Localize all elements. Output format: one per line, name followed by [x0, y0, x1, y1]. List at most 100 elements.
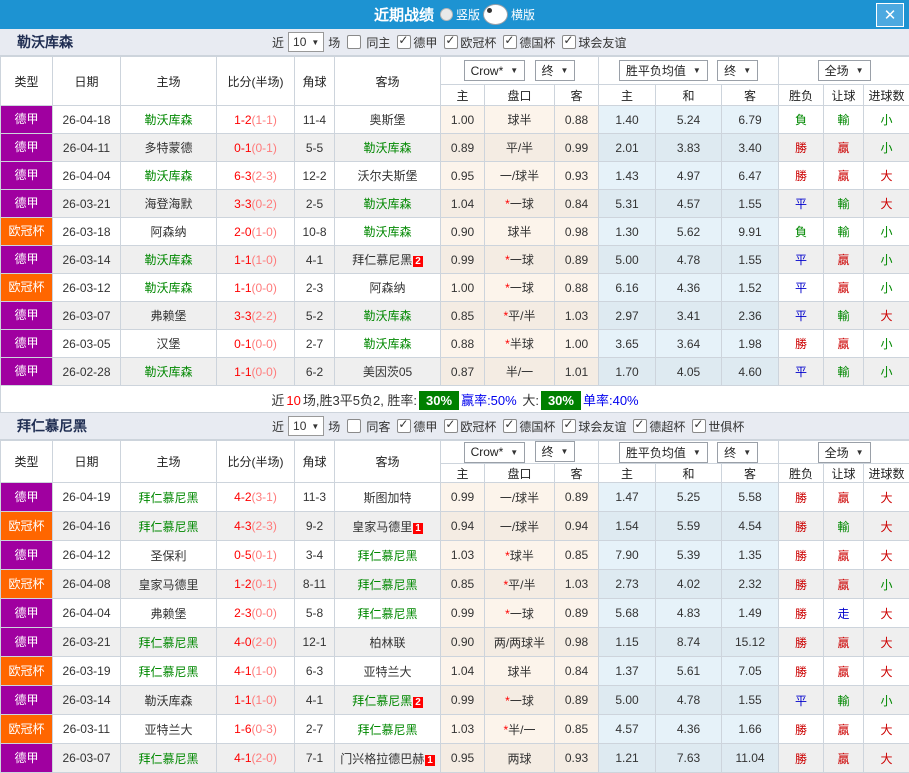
- odds-source-select[interactable]: Crow*▼: [464, 60, 526, 81]
- close-icon[interactable]: ✕: [876, 3, 904, 27]
- mean-draw: 5.39: [656, 541, 722, 570]
- league-checkbox[interactable]: [397, 35, 411, 49]
- league-checkbox[interactable]: [503, 419, 517, 433]
- league-cell: 德甲: [1, 302, 53, 330]
- half-score: (0-1): [252, 548, 277, 562]
- home-team-name: 拜仁慕尼黑: [138, 636, 198, 650]
- league-checkbox-label[interactable]: 德甲: [413, 418, 437, 435]
- mean-away: 7.05: [722, 657, 779, 686]
- league-checkbox[interactable]: [503, 35, 517, 49]
- corner-score: 12-1: [295, 628, 335, 657]
- league-checkbox[interactable]: [444, 419, 458, 433]
- same-venue-checkbox[interactable]: [347, 35, 361, 49]
- league-checkbox-label[interactable]: 德国杯: [519, 418, 555, 435]
- result-outcome: 平: [779, 274, 824, 302]
- corner-score: 8-11: [295, 570, 335, 599]
- mean-final-select[interactable]: 终▼: [717, 60, 758, 81]
- mean-select[interactable]: 胜平负均值▼: [619, 442, 708, 463]
- odds-final-select[interactable]: 终▼: [535, 441, 576, 462]
- full-score: 4-2: [234, 490, 251, 504]
- league-checkbox-label[interactable]: 德超杯: [649, 418, 685, 435]
- result-handicap: 輸: [824, 190, 864, 218]
- league-checkbox-label[interactable]: 欧冠杯: [460, 418, 496, 435]
- home-team: 勒沃库森: [121, 106, 217, 134]
- chevron-down-icon: ▼: [743, 448, 751, 457]
- league-cell: 德甲: [1, 190, 53, 218]
- league-checkbox[interactable]: [562, 419, 576, 433]
- mean-select[interactable]: 胜平负均值▼: [619, 60, 708, 81]
- scope-select[interactable]: 全场▼: [818, 442, 871, 463]
- home-team-name: 亚特兰大: [144, 723, 192, 737]
- subcol-mean-draw: 和: [656, 464, 722, 483]
- league-checkbox[interactable]: [633, 419, 647, 433]
- league-checkbox[interactable]: [692, 419, 706, 433]
- same-venue-label[interactable]: 同客: [366, 418, 390, 435]
- odds-source-select[interactable]: Crow*▼: [464, 442, 526, 463]
- league-checkbox-label[interactable]: 球会友谊: [578, 34, 626, 51]
- match-date: 26-04-19: [53, 483, 121, 512]
- near-count-select[interactable]: 10▼: [288, 416, 324, 436]
- match-date: 26-03-19: [53, 657, 121, 686]
- match-row: 欧冠杯26-03-12勒沃库森1-1(0-0)2-3阿森纳1.00*一球0.88…: [1, 274, 909, 302]
- league-checkbox[interactable]: [562, 35, 576, 49]
- mean-away: 1.66: [722, 715, 779, 744]
- league-badge: 欧冠杯: [1, 274, 52, 301]
- handicap: 一/球半: [485, 512, 555, 541]
- same-venue-checkbox[interactable]: [347, 419, 361, 433]
- portrait-radio-label[interactable]: 竖版: [456, 6, 480, 23]
- mean-away: 3.40: [722, 134, 779, 162]
- away-team-name: 门兴格拉德巴赫: [340, 752, 424, 766]
- result-outcome: 勝: [779, 715, 824, 744]
- result-outcome: 勝: [779, 599, 824, 628]
- mean-home: 2.01: [599, 134, 656, 162]
- scope-select[interactable]: 全场▼: [818, 60, 871, 81]
- league-checkbox-label[interactable]: 球会友谊: [578, 418, 626, 435]
- odds-final-select[interactable]: 终▼: [535, 60, 576, 81]
- mean-away: 1.55: [722, 246, 779, 274]
- result-goals: 大: [864, 483, 909, 512]
- bayern-matches-table: 类型 日期 主场 比分(半场) 角球 客场 Crow*▼ 终▼ 胜平负均值▼ 终…: [0, 440, 909, 773]
- match-row: 德甲26-03-14勒沃库森1-1(1-0)4-1拜仁慕尼黑20.99*一球0.…: [1, 686, 909, 715]
- result-goals: 小: [864, 570, 909, 599]
- chevron-down-icon: ▼: [561, 447, 569, 456]
- landscape-radio[interactable]: [483, 4, 508, 25]
- match-date: 26-04-04: [53, 162, 121, 190]
- league-checkbox[interactable]: [444, 35, 458, 49]
- odds-away: 0.89: [555, 246, 599, 274]
- landscape-radio-label[interactable]: 横版: [511, 6, 535, 23]
- handicap: 一/球半: [485, 483, 555, 512]
- score-cell: 4-0(2-0): [217, 628, 295, 657]
- league-checkbox-label[interactable]: 德国杯: [519, 34, 555, 51]
- league-checkbox-label[interactable]: 德甲: [413, 34, 437, 51]
- big-rate-badge: 30%: [541, 391, 581, 410]
- away-team-name: 拜仁慕尼黑: [352, 694, 412, 708]
- home-team: 勒沃库森: [121, 274, 217, 302]
- mean-away: 1.55: [722, 190, 779, 218]
- corner-score: 2-3: [295, 274, 335, 302]
- score-cell: 1-6(0-3): [217, 715, 295, 744]
- near-label: 近: [272, 418, 284, 435]
- mean-draw: 4.57: [656, 190, 722, 218]
- league-badge: 德甲: [1, 134, 52, 161]
- away-team: 拜仁慕尼黑2: [335, 686, 441, 715]
- handicap-text: 一/球半: [500, 491, 539, 505]
- near-count-select[interactable]: 10▼: [288, 32, 324, 52]
- portrait-radio[interactable]: [440, 8, 453, 21]
- col-home: 主场: [121, 57, 217, 106]
- result-outcome: 勝: [779, 330, 824, 358]
- result-outcome: 平: [779, 302, 824, 330]
- subcol-handicap: 盘口: [485, 464, 555, 483]
- league-checkbox[interactable]: [397, 419, 411, 433]
- full-score: 1-6: [234, 722, 251, 736]
- summary-count: 10: [286, 393, 300, 408]
- odds-away: 0.94: [555, 512, 599, 541]
- league-checkbox-label[interactable]: 世俱杯: [708, 418, 744, 435]
- match-row: 德甲26-04-19拜仁慕尼黑4-2(3-1)11-3斯图加特0.99一/球半0…: [1, 483, 909, 512]
- same-venue-label[interactable]: 同主: [366, 34, 390, 51]
- league-checkbox-label[interactable]: 欧冠杯: [460, 34, 496, 51]
- league-cell: 德甲: [1, 106, 53, 134]
- mean-final-select[interactable]: 终▼: [717, 442, 758, 463]
- home-team: 勒沃库森: [121, 686, 217, 715]
- home-team: 拜仁慕尼黑: [121, 483, 217, 512]
- score-cell: 0-5(0-1): [217, 541, 295, 570]
